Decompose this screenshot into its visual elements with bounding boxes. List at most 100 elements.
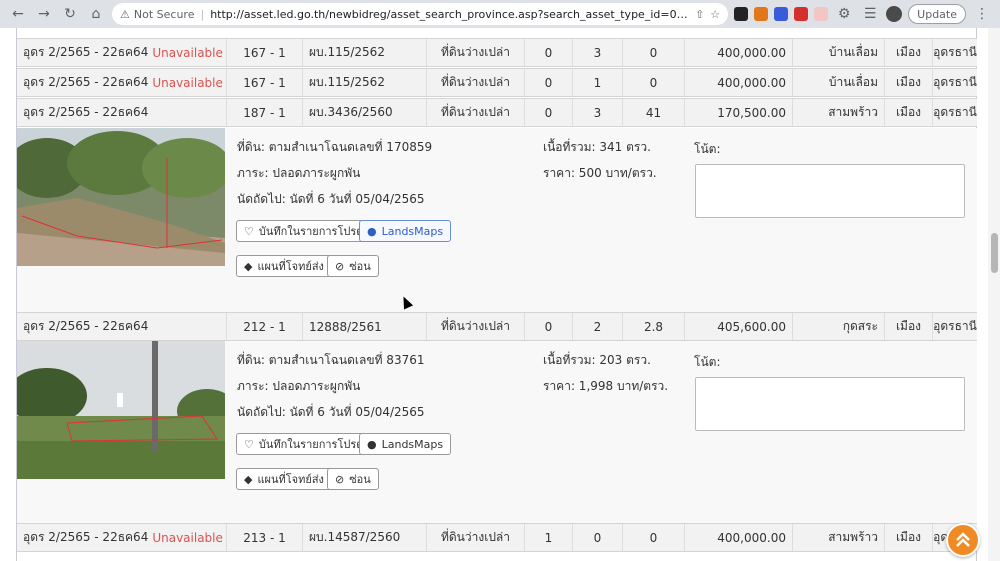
burden-text: ภาระ: ปลอดภาระผูกพัน (237, 166, 361, 180)
page-scrollbar[interactable] (988, 28, 1000, 561)
update-button[interactable]: Update (908, 4, 966, 24)
home-icon[interactable]: ⌂ (86, 4, 106, 24)
amphur-cell: เมือง (885, 69, 933, 96)
metamask-icon[interactable] (754, 7, 769, 21)
deed-cell: 12888/2561 (303, 313, 427, 340)
next-date-text: นัดถัดไป: นัดที่ 6 วันที่ 05/04/2565 (237, 192, 425, 206)
direction-icon: ◆ (244, 259, 253, 273)
asset-detail-panel: ที่ดิน: ตามสำเนาโฉนดเลขที่ 83761 ภาระ: ป… (17, 341, 977, 525)
heart-icon: ♡ (244, 224, 254, 238)
table-row[interactable]: อุดร 2/2565 - 22ธค64 Unavailable 167 - 1 … (17, 38, 977, 67)
rai-cell: 1 (525, 524, 573, 551)
extension-icon-1[interactable] (734, 7, 749, 21)
scroll-to-top-button[interactable] (946, 523, 980, 557)
plaintiff-map-button[interactable]: ◆ แผนที่โจทย์ส่ง (236, 255, 332, 277)
case-cell: อุดร 2/2565 - 22ธค64 (17, 313, 227, 340)
note-textarea[interactable] (695, 377, 965, 431)
ngan-cell: 1 (573, 69, 623, 96)
amphur-cell: เมือง (885, 524, 933, 551)
type-cell: ที่ดินว่างเปล่า (427, 39, 525, 66)
warning-icon: ⚠ (120, 7, 130, 21)
map-pin-icon: ● (367, 224, 377, 238)
wa-cell: 0 (623, 524, 685, 551)
case-cell: อุดร 2/2565 - 22ธค64 Unavailable (17, 69, 227, 96)
save-favorite-button[interactable]: ♡ บันทึกในรายการโปรด (236, 433, 372, 455)
type-cell: ที่ดินว่างเปล่า (427, 69, 525, 96)
lot-cell: 212 - 1 (227, 313, 303, 340)
deed-cell: ผบ.3436/2560 (303, 99, 427, 126)
puzzle-icon[interactable]: ⚙ (834, 4, 854, 24)
extension-icon-4[interactable] (794, 7, 809, 21)
status-badge: Unavailable (152, 530, 223, 545)
rai-cell: 0 (525, 313, 573, 340)
tumbol-cell: บ้านเลื่อม (793, 69, 885, 96)
wa-cell: 0 (623, 69, 685, 96)
province-cell: อุดรธานี (933, 105, 977, 119)
note-textarea[interactable] (695, 164, 965, 218)
deed-cell: ผบ.115/2562 (303, 69, 427, 96)
extension-icon-5[interactable] (814, 7, 829, 21)
unit-price-text: ราคา: 1,998 บาท/ตรว. (543, 379, 669, 393)
wa-cell: 41 (623, 99, 685, 126)
table-row[interactable]: อุดร 2/2565 - 22ธค64 212 - 1 12888/2561 … (17, 312, 977, 341)
forward-arrow-icon[interactable]: → (34, 4, 54, 24)
tumbol-cell: บ้านเลื่อม (793, 39, 885, 66)
url-text[interactable]: http://asset.led.go.th/newbidreg/asset_s… (210, 8, 689, 21)
status-badge: Unavailable (152, 75, 223, 90)
case-cell: อุดร 2/2565 - 22ธค64 (17, 99, 227, 126)
land-info: ที่ดิน: ตามสำเนาโฉนดเลขที่ 170859 ภาระ: … (237, 140, 432, 218)
not-secure-indicator[interactable]: ⚠ Not Secure (120, 8, 194, 21)
reload-icon[interactable]: ↻ (60, 4, 80, 24)
area-info: เนื้อที่รวม: 341 ตรว. ราคา: 500 บาท/ตรว. (543, 140, 657, 192)
deed-cell: ผบ.14587/2560 (303, 524, 427, 551)
save-favorite-button[interactable]: ♡ บันทึกในรายการโปรด (236, 220, 372, 242)
map-pin-icon: ● (367, 437, 377, 451)
status-badge: Unavailable (152, 45, 223, 60)
amphur-cell: เมือง (885, 39, 933, 66)
browser-toolbar: ← → ↻ ⌂ ⚠ Not Secure | http://asset.led.g… (0, 0, 1000, 28)
case-cell: อุดร 2/2565 - 22ธค64 Unavailable (17, 39, 227, 66)
rai-cell: 0 (525, 69, 573, 96)
plaintiff-map-button[interactable]: ◆ แผนที่โจทย์ส่ง (236, 468, 332, 490)
ngan-cell: 3 (573, 39, 623, 66)
menu-dots-icon[interactable]: ⋮ (972, 4, 992, 24)
wa-cell: 0 (623, 39, 685, 66)
landsmaps-button[interactable]: ● LandsMaps (359, 220, 452, 242)
hide-button[interactable]: ⊘ ซ่อน (327, 468, 379, 490)
scrollbar-thumb[interactable] (991, 233, 998, 273)
province-cell: อุดรธานี (933, 319, 977, 333)
deed-cell: ผบ.115/2562 (303, 39, 427, 66)
lot-cell: 187 - 1 (227, 99, 303, 126)
type-cell: ที่ดินว่างเปล่า (427, 524, 525, 551)
extension-icon-3[interactable] (774, 7, 789, 21)
amphur-cell: เมือง (885, 99, 933, 126)
landsmaps-button[interactable]: ● LandsMaps (359, 433, 452, 455)
area-info: เนื้อที่รวม: 203 ตรว. ราคา: 1,998 บาท/ตร… (543, 353, 668, 405)
type-cell: ที่ดินว่างเปล่า (427, 313, 525, 340)
rai-cell: 0 (525, 39, 573, 66)
ban-icon: ⊘ (335, 472, 345, 486)
double-chevron-up-icon (956, 532, 970, 547)
hide-button[interactable]: ⊘ ซ่อน (327, 255, 379, 277)
page-viewport: อุดร 2/2565 - 22ธค64 Unavailable 167 - 1 … (0, 28, 1000, 561)
unit-price-text: ราคา: 500 บาท/ตรว. (543, 166, 657, 180)
reading-list-icon[interactable]: ☰ (860, 4, 880, 24)
back-arrow-icon[interactable]: ← (8, 4, 28, 24)
table-row[interactable]: อุดร 2/2565 - 22ธค64 187 - 1 ผบ.3436/256… (17, 98, 977, 127)
share-icon[interactable]: ⇧ (695, 8, 704, 21)
ngan-cell: 3 (573, 99, 623, 126)
profile-avatar[interactable] (886, 6, 903, 22)
bookmark-star-icon[interactable]: ☆ (710, 8, 720, 21)
land-photo[interactable] (17, 341, 225, 479)
lot-cell: 167 - 1 (227, 69, 303, 96)
table-row[interactable]: อุดร 2/2565 - 22ธค64 Unavailable 167 - 1 … (17, 68, 977, 97)
province-cell: อุดรธานี (933, 45, 977, 59)
next-date-text: นัดถัดไป: นัดที่ 6 วันที่ 05/04/2565 (237, 405, 425, 419)
direction-icon: ◆ (244, 472, 253, 486)
address-bar[interactable]: ⚠ Not Secure | http://asset.led.go.th/new… (112, 3, 729, 25)
table-row[interactable]: อุดร 2/2565 - 22ธค64 Unavailable 213 - 1 … (17, 523, 977, 552)
land-photo[interactable] (17, 128, 225, 266)
tumbol-cell: กุดสระ (793, 313, 885, 340)
omnibox-separator: | (200, 7, 205, 21)
ngan-cell: 2 (573, 313, 623, 340)
